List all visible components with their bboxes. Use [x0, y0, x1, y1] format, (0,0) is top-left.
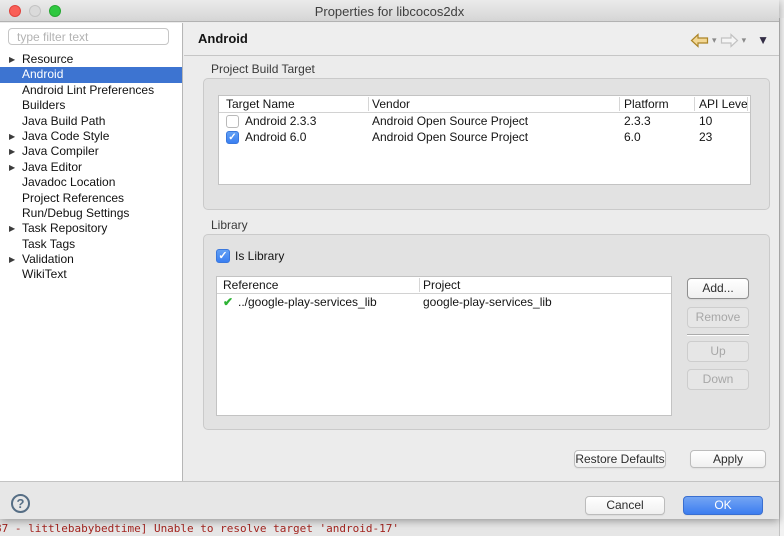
target-name: Android 6.0 — [245, 129, 306, 145]
sidebar-item-project-references[interactable]: Project References — [0, 191, 182, 206]
target-platform: 2.3.3 — [624, 113, 651, 129]
sidebar-item-run-debug-settings[interactable]: Run/Debug Settings — [0, 206, 182, 221]
background-window-edge — [779, 18, 784, 536]
ok-button[interactable]: OK — [683, 496, 763, 515]
disclosure-triangle-icon[interactable]: ▶ — [9, 160, 15, 175]
sidebar-item-resource[interactable]: ▶Resource — [0, 52, 182, 67]
build-target-group-label: Project Build Target — [211, 62, 315, 76]
apply-button[interactable]: Apply — [690, 450, 766, 468]
disclosure-triangle-icon[interactable]: ▶ — [9, 221, 15, 236]
column-header[interactable]: API Leve — [699, 96, 748, 113]
up-button: Up — [687, 341, 749, 362]
column-header[interactable]: Vendor — [372, 96, 410, 113]
page-title: Android — [198, 31, 248, 46]
target-api: 10 — [699, 113, 712, 129]
disclosure-triangle-icon[interactable]: ▶ — [9, 129, 15, 144]
column-divider — [419, 278, 420, 292]
sidebar-item-android[interactable]: Android — [0, 67, 182, 82]
sidebar-item-builders[interactable]: Builders — [0, 98, 182, 113]
add-button[interactable]: Add... — [687, 278, 749, 299]
back-dropdown-icon[interactable]: ▾ — [712, 35, 717, 45]
sidebar-item-validation[interactable]: ▶Validation — [0, 252, 182, 267]
check-ok-icon: ✔ — [223, 294, 233, 310]
disclosure-triangle-icon[interactable]: ▶ — [9, 252, 15, 267]
build-target-table-header: Target Name Vendor Platform API Leve — [219, 96, 750, 113]
filter-input[interactable] — [8, 28, 169, 45]
back-arrow-icon[interactable] — [690, 33, 709, 48]
disclosure-triangle-icon[interactable]: ▶ — [9, 52, 15, 67]
sidebar-item-task-tags[interactable]: Task Tags — [0, 237, 182, 252]
target-vendor: Android Open Source Project — [372, 129, 528, 145]
column-divider — [368, 97, 369, 111]
library-group-label: Library — [211, 218, 248, 232]
sidebar-item-java-code-style[interactable]: ▶Java Code Style — [0, 129, 182, 144]
library-reference: ../google-play-services_lib — [238, 294, 377, 310]
cancel-button[interactable]: Cancel — [585, 496, 665, 515]
forward-dropdown-icon[interactable]: ▾ — [742, 35, 747, 45]
restore-defaults-button[interactable]: Restore Defaults — [574, 450, 666, 468]
target-platform: 6.0 — [624, 129, 641, 145]
target-checkbox[interactable] — [226, 115, 239, 128]
table-row[interactable]: Android 2.3.3 Android Open Source Projec… — [219, 113, 750, 129]
disclosure-triangle-icon[interactable]: ▶ — [9, 144, 15, 159]
sidebar-item-task-repository[interactable]: ▶Task Repository — [0, 221, 182, 236]
library-table[interactable]: Reference Project ✔ ../google-play-servi… — [216, 276, 672, 416]
column-divider — [619, 97, 620, 111]
target-api: 23 — [699, 129, 712, 145]
background-console: 87 - littlebabybedtime] Unable to resolv… — [0, 518, 784, 536]
titlebar: Properties for libcocos2dx — [0, 0, 779, 22]
sidebar-item-wikitext[interactable]: WikiText — [0, 267, 182, 282]
screen: 87 - littlebabybedtime] Unable to resolv… — [0, 0, 784, 536]
sidebar-item-javadoc-location[interactable]: Javadoc Location — [0, 175, 182, 190]
column-header[interactable]: Reference — [223, 277, 278, 294]
sidebar-item-android-lint-preferences[interactable]: Android Lint Preferences — [0, 83, 182, 98]
button-separator — [687, 334, 749, 336]
column-header[interactable]: Project — [423, 277, 460, 294]
is-library-checkbox[interactable]: ✓ — [216, 249, 230, 263]
library-project: google-play-services_lib — [423, 294, 552, 310]
down-button: Down — [687, 369, 749, 390]
page-header: Android ▾ ▾ ▼ — [184, 23, 779, 56]
remove-button: Remove — [687, 307, 749, 328]
target-name: Android 2.3.3 — [245, 113, 316, 129]
table-row[interactable]: ✓ Android 6.0 Android Open Source Projec… — [219, 129, 750, 145]
column-divider — [694, 97, 695, 111]
forward-arrow-icon — [720, 33, 739, 48]
help-icon[interactable]: ? — [11, 494, 30, 513]
console-error-text: 87 - littlebabybedtime] Unable to resolv… — [0, 522, 399, 535]
header-nav-icons: ▾ ▾ ▼ — [690, 30, 769, 50]
sidebar-item-java-build-path[interactable]: Java Build Path — [0, 114, 182, 129]
column-divider — [747, 97, 748, 111]
is-library-label: Is Library — [235, 249, 284, 263]
build-target-table[interactable]: Target Name Vendor Platform API Leve And… — [218, 95, 751, 185]
table-row[interactable]: ✔ ../google-play-services_lib google-pla… — [217, 294, 671, 310]
sidebar-item-java-compiler[interactable]: ▶Java Compiler — [0, 144, 182, 159]
target-checkbox[interactable]: ✓ — [226, 131, 239, 144]
column-header[interactable]: Platform — [624, 96, 669, 113]
sidebar-item-java-editor[interactable]: ▶Java Editor — [0, 160, 182, 175]
sidebar-tree: ▶Resource Android Android Lint Preferenc… — [0, 52, 182, 283]
window-title: Properties for libcocos2dx — [0, 4, 779, 19]
library-table-header: Reference Project — [217, 277, 671, 294]
properties-dialog: Properties for libcocos2dx ▶Resource And… — [0, 0, 779, 519]
sidebar: ▶Resource Android Android Lint Preferenc… — [0, 23, 183, 481]
column-header[interactable]: Target Name — [226, 96, 295, 113]
view-menu-icon[interactable]: ▼ — [757, 34, 769, 46]
target-vendor: Android Open Source Project — [372, 113, 528, 129]
